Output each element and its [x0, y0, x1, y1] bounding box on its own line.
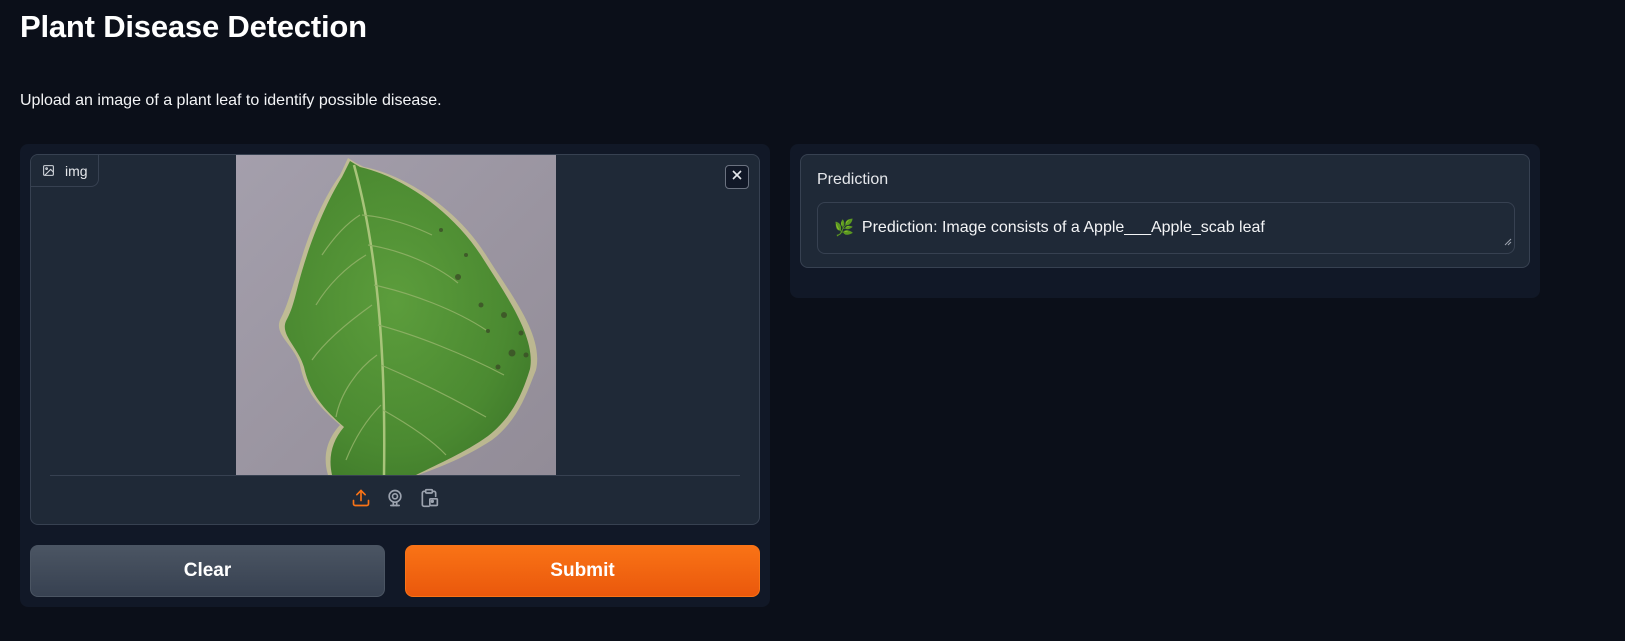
upload-source-button[interactable] — [349, 489, 373, 513]
prediction-label: Prediction — [817, 171, 889, 188]
close-icon — [731, 168, 743, 186]
prediction-output-textbox[interactable]: 🌿 Prediction: Image consists of a Apple_… — [817, 202, 1515, 254]
prediction-text: Prediction: Image consists of a Apple___… — [861, 219, 1265, 236]
image-icon — [42, 164, 55, 177]
remove-image-button[interactable] — [725, 165, 749, 189]
page-description: Upload an image of a plant leaf to ident… — [20, 92, 442, 109]
image-upload-area[interactable]: img — [30, 154, 760, 525]
webcam-source-button[interactable] — [383, 489, 407, 513]
image-input-label-text: img — [65, 162, 88, 179]
output-panel: Prediction 🌿 Prediction: Image consists … — [790, 144, 1540, 298]
clear-button[interactable]: Clear — [30, 545, 385, 597]
image-input-label: img — [31, 155, 99, 187]
page-title: Plant Disease Detection — [20, 9, 367, 44]
clipboard-icon — [419, 488, 439, 513]
image-source-toolbar — [50, 475, 740, 524]
input-panel: img Clear Submit — [20, 144, 770, 607]
prediction-block: Prediction 🌿 Prediction: Image consists … — [800, 154, 1530, 268]
resize-handle-icon[interactable] — [1504, 233, 1512, 251]
webcam-icon — [385, 488, 405, 513]
submit-button[interactable]: Submit — [405, 545, 760, 597]
clipboard-source-button[interactable] — [417, 488, 441, 513]
upload-icon — [351, 488, 371, 513]
uploaded-leaf-image — [236, 155, 556, 475]
herb-emoji-icon: 🌿 — [834, 220, 854, 237]
